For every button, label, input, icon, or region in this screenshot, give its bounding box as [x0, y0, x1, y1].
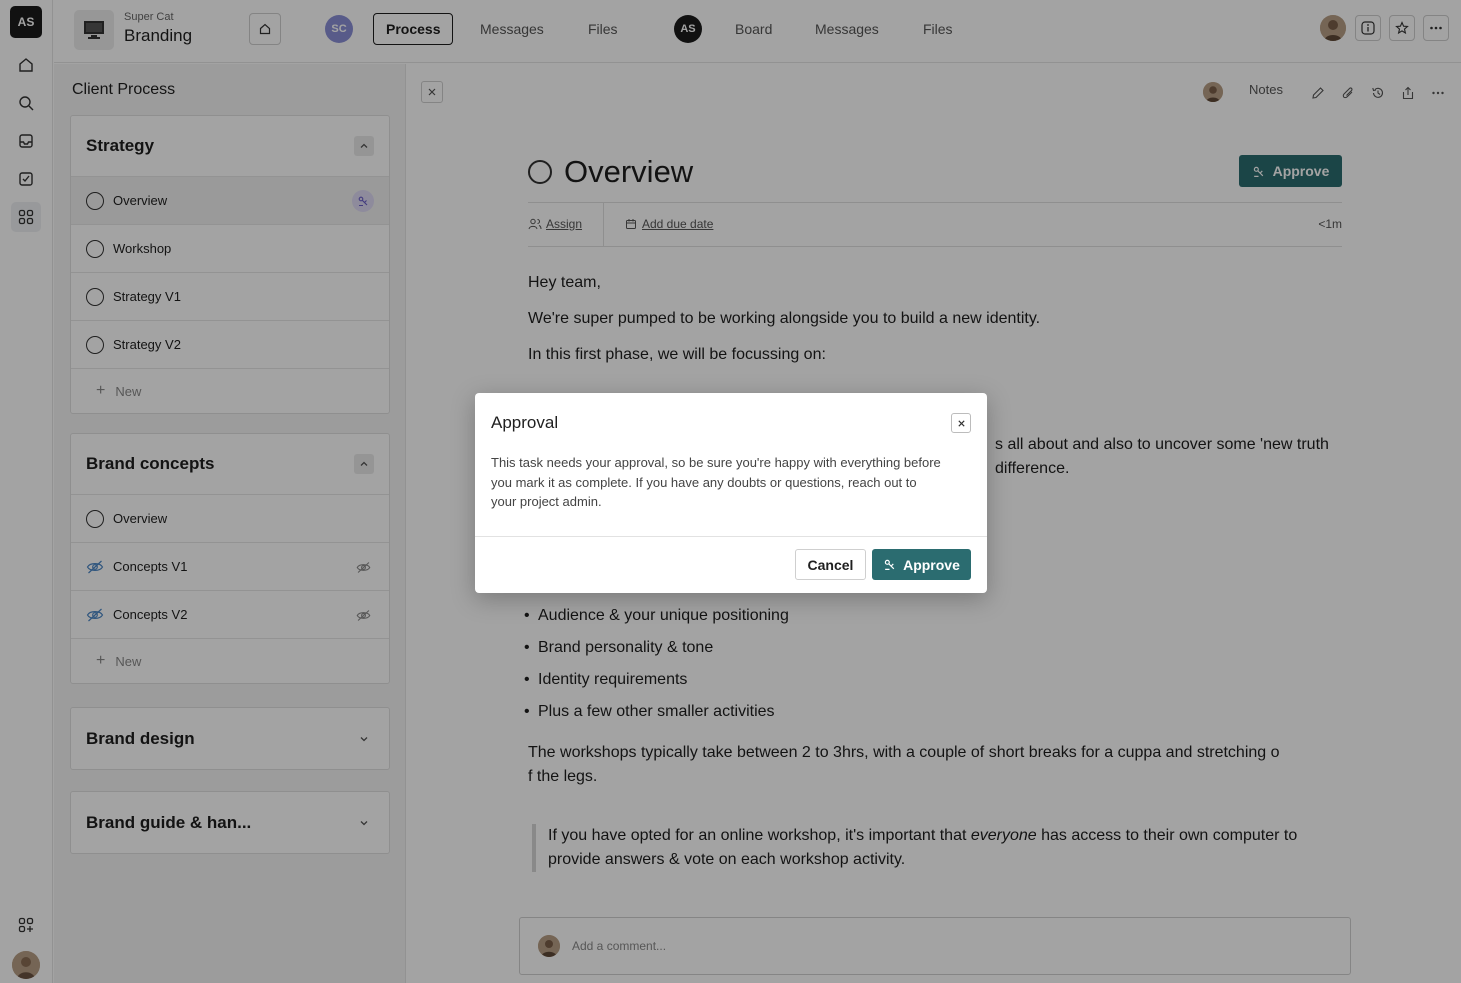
dialog-close-button[interactable]: [951, 413, 971, 433]
close-icon: [957, 419, 965, 427]
confirm-approve-label: Approve: [903, 556, 960, 573]
signature-icon: [884, 559, 895, 570]
approval-dialog: Approval This task needs your approval, …: [475, 393, 987, 593]
cancel-button[interactable]: Cancel: [795, 549, 866, 580]
confirm-approve-button[interactable]: Approve: [872, 549, 971, 580]
dialog-divider: [475, 536, 987, 537]
dialog-title: Approval: [491, 413, 559, 432]
dialog-message: This task needs your approval, so be sur…: [491, 455, 941, 509]
